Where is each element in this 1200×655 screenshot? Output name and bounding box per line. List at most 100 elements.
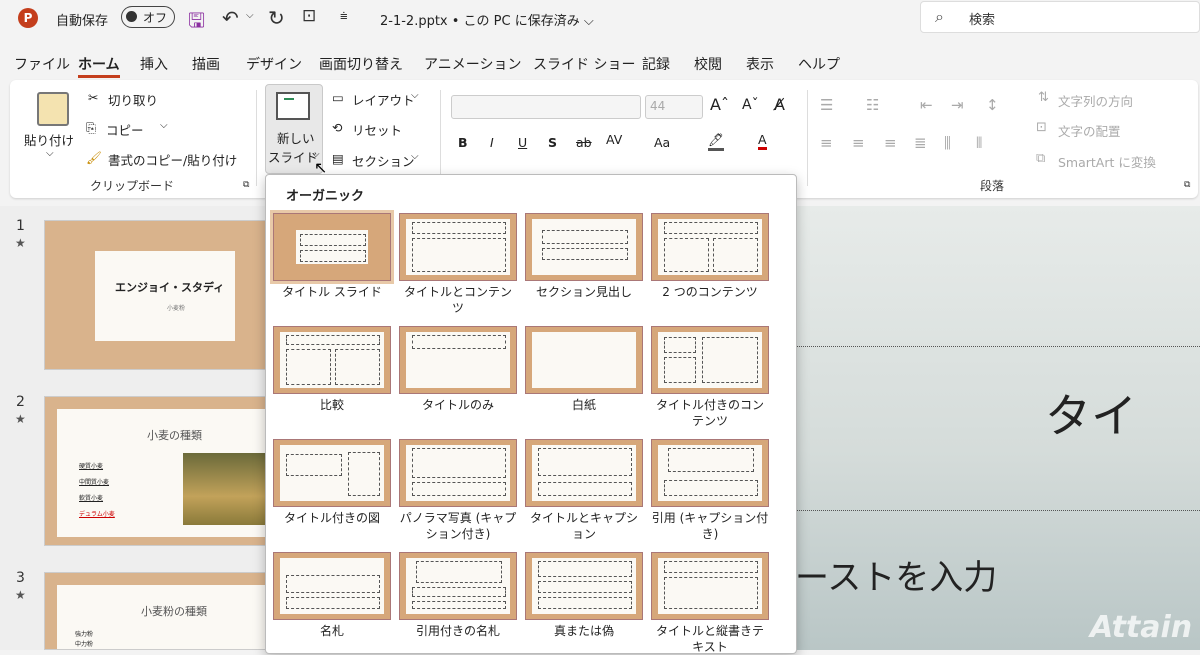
autosave-toggle[interactable]: オフ bbox=[121, 6, 175, 28]
italic-icon[interactable]: I bbox=[490, 135, 494, 150]
bold-icon[interactable]: B bbox=[458, 135, 468, 150]
tab-draw[interactable]: 描画 bbox=[192, 54, 220, 74]
tab-view[interactable]: 表示 bbox=[746, 54, 774, 74]
layout-blank[interactable]: 白紙 bbox=[525, 326, 643, 413]
undo-icon[interactable]: ↶ bbox=[222, 6, 239, 30]
customize-toolbar-icon[interactable]: ⩧ bbox=[340, 9, 348, 24]
tab-insert[interactable]: 挿入 bbox=[140, 54, 168, 74]
clear-format-icon[interactable]: A̸ bbox=[774, 95, 785, 114]
present-icon[interactable]: ⊡ bbox=[302, 6, 316, 26]
align-text-icon[interactable]: ⊡ bbox=[1036, 120, 1047, 135]
shrink-font-icon[interactable]: Aˇ bbox=[742, 97, 759, 113]
align-right-icon[interactable]: ≡ bbox=[884, 134, 897, 152]
text-direction-button[interactable]: 文字列の方向 bbox=[1058, 91, 1133, 110]
search-input[interactable]: ⌕ 検索 bbox=[920, 1, 1200, 33]
numbering-icon[interactable]: ☷ bbox=[866, 96, 879, 114]
mouse-cursor-icon: ↖ bbox=[314, 158, 328, 177]
bullets-icon[interactable]: ☰ bbox=[820, 96, 833, 114]
animation-star-icon: ★ bbox=[15, 412, 26, 426]
smartart-icon[interactable]: ⧉ bbox=[1036, 151, 1045, 166]
layout-panoramic-picture[interactable]: パノラマ写真 (キャプション付き) bbox=[399, 439, 517, 542]
font-name-combo[interactable] bbox=[451, 95, 641, 119]
layout-button[interactable]: レイアウト bbox=[352, 90, 415, 109]
align-text-button[interactable]: 文字の配置 bbox=[1058, 121, 1121, 140]
clipboard-group-label: クリップボード bbox=[90, 179, 175, 193]
animation-star-icon: ★ bbox=[15, 236, 26, 250]
layout-picture-with-caption[interactable]: タイトル付きの図 bbox=[273, 439, 391, 526]
layout-comparison[interactable]: 比較 bbox=[273, 326, 391, 413]
paste-button[interactable]: 貼り付け bbox=[24, 130, 74, 149]
paste-icon[interactable] bbox=[37, 92, 69, 126]
slide-thumbnail-3[interactable]: 小麦粉の種類 強力粉 中力粉 bbox=[44, 572, 284, 650]
cut-button[interactable]: 切り取り bbox=[108, 90, 158, 109]
paragraph-launcher-icon[interactable]: ⧉ bbox=[1184, 180, 1190, 190]
layout-true-or-false[interactable]: 真または偽 bbox=[525, 552, 643, 639]
copy-icon[interactable]: ⎘ bbox=[86, 120, 96, 136]
char-spacing-icon[interactable]: AV bbox=[606, 132, 622, 147]
columns-icon[interactable]: ⫴ bbox=[976, 134, 982, 152]
layout-two-content[interactable]: 2 つのコンテンツ bbox=[651, 213, 769, 300]
save-icon[interactable]: 🖫 bbox=[188, 6, 205, 40]
layout-name-card[interactable]: 名札 bbox=[273, 552, 391, 639]
distributed-icon[interactable]: ⫼ bbox=[944, 134, 951, 152]
justify-icon[interactable]: ≣ bbox=[914, 134, 927, 152]
slide-body-placeholder[interactable]: ーストを入力 bbox=[795, 550, 997, 599]
tab-record[interactable]: 記録 bbox=[642, 54, 670, 74]
decrease-indent-icon[interactable]: ⇤ bbox=[920, 96, 933, 114]
reset-button[interactable]: リセット bbox=[352, 120, 402, 139]
text-direction-icon[interactable]: ⇅ bbox=[1038, 90, 1049, 105]
tab-help[interactable]: ヘルプ bbox=[798, 54, 840, 74]
layout-dropdown-icon[interactable]: ⌵ bbox=[411, 90, 419, 101]
grow-font-icon[interactable]: Aˆ bbox=[710, 95, 729, 114]
change-case-icon[interactable]: Aa bbox=[654, 135, 670, 150]
layout-icon[interactable]: ▭ bbox=[332, 90, 344, 105]
strikethrough-icon[interactable]: ab bbox=[576, 135, 592, 150]
font-size-value: 44 bbox=[650, 99, 666, 113]
copy-button[interactable]: コピー bbox=[106, 120, 144, 139]
copy-dropdown-icon[interactable]: ⌵ bbox=[160, 120, 168, 131]
slide-thumbnail-2[interactable]: 小麦の種類 硬質小麦 中間質小麦 軟質小麦 デュラム小麦 bbox=[44, 396, 284, 546]
tab-animations[interactable]: アニメーション bbox=[424, 54, 521, 74]
tab-review[interactable]: 校閲 bbox=[694, 54, 722, 74]
layout-quote-name-card[interactable]: 引用付きの名札 bbox=[399, 552, 517, 639]
layout-title-and-caption[interactable]: タイトルとキャプション bbox=[525, 439, 643, 542]
tab-transitions[interactable]: 画面切り替え bbox=[319, 54, 403, 74]
layout-title-slide[interactable]: タイトル スライド bbox=[270, 210, 394, 300]
underline-icon[interactable]: U bbox=[518, 135, 527, 150]
undo-dropdown-icon[interactable]: ⌵ bbox=[246, 10, 254, 21]
layout-title-vertical-text[interactable]: タイトルと縦書きテキスト bbox=[651, 552, 769, 655]
layout-content-with-caption[interactable]: タイトル付きのコンテンツ bbox=[651, 326, 769, 429]
layout-section-header[interactable]: セクション見出し bbox=[525, 213, 643, 300]
layout-quote-with-caption[interactable]: 引用 (キャプション付き) bbox=[651, 439, 769, 542]
tab-slideshow[interactable]: スライド ショー bbox=[533, 54, 635, 74]
reset-icon[interactable]: ⟲ bbox=[332, 120, 342, 135]
tab-home[interactable]: ホーム bbox=[78, 54, 120, 78]
highlight-icon[interactable]: 🖊 bbox=[708, 132, 724, 151]
align-left-icon[interactable]: ≡ bbox=[820, 134, 833, 152]
tab-file[interactable]: ファイル bbox=[14, 54, 70, 74]
format-painter-button[interactable]: 書式のコピー/貼り付け bbox=[108, 150, 237, 169]
tab-design[interactable]: デザイン bbox=[246, 54, 302, 74]
align-center-icon[interactable]: ≡ bbox=[852, 134, 865, 152]
increase-indent-icon[interactable]: ⇥ bbox=[951, 96, 964, 114]
ribbon-divider bbox=[440, 90, 441, 186]
slide-thumbnail-1[interactable]: エンジョイ・スタディ 小麦粉 bbox=[44, 220, 284, 370]
section-icon[interactable]: ▤ bbox=[332, 151, 344, 166]
clipboard-launcher-icon[interactable]: ⧉ bbox=[243, 180, 249, 190]
thumbnail-title: エンジョイ・スタディ bbox=[115, 281, 225, 294]
section-button[interactable]: セクション bbox=[352, 151, 415, 170]
shadow-icon[interactable]: S bbox=[548, 135, 557, 150]
search-icon: ⌕ bbox=[935, 7, 944, 26]
redo-icon[interactable]: ↻ bbox=[268, 6, 285, 30]
line-spacing-icon[interactable]: ↕ bbox=[986, 96, 999, 114]
font-color-icon[interactable]: A bbox=[758, 132, 767, 150]
layout-title-only[interactable]: タイトルのみ bbox=[399, 326, 517, 413]
file-name[interactable]: 2-1-2.pptx • この PC に保存済み ⌵ bbox=[380, 10, 594, 29]
section-dropdown-icon[interactable]: ⌵ bbox=[411, 151, 419, 162]
format-painter-icon[interactable]: 🖌 bbox=[86, 150, 102, 166]
layout-title-content[interactable]: タイトルとコンテンツ bbox=[399, 213, 517, 316]
cut-icon[interactable]: ✂ bbox=[88, 90, 98, 105]
paste-dropdown-icon[interactable]: ⌵ bbox=[46, 148, 54, 159]
smartart-button[interactable]: SmartArt に変換 bbox=[1058, 152, 1156, 171]
slide-title-placeholder[interactable]: タイ bbox=[1045, 380, 1137, 446]
